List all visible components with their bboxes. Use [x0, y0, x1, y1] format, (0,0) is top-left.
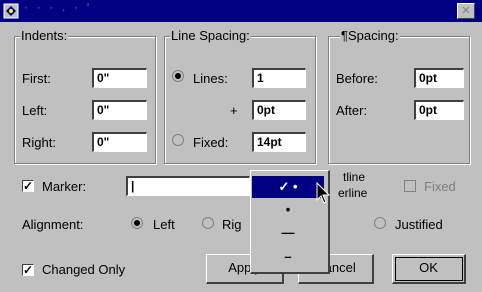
- align-justified-radio[interactable]: [374, 217, 386, 229]
- plus-label: +: [230, 103, 238, 118]
- marker-option-checkmark[interactable]: ✓ •: [252, 176, 324, 198]
- after-label: After:: [336, 103, 368, 118]
- left-label: Left:: [22, 103, 48, 118]
- outline-label: tline: [343, 170, 366, 184]
- right-indent-field[interactable]: 0": [92, 132, 147, 152]
- before-label: Before:: [336, 71, 378, 86]
- align-left-label: Left: [153, 217, 175, 232]
- right-label: Right:: [22, 135, 56, 150]
- mouse-cursor-icon: [316, 182, 331, 204]
- close-icon: ✕: [461, 5, 471, 17]
- marker-checkbox[interactable]: ✓: [22, 180, 34, 192]
- fixed-label: Fixed:: [193, 135, 229, 150]
- changed-only-checkbox[interactable]: ✓: [22, 264, 34, 276]
- window-title: · · · . · ': [24, 2, 93, 14]
- fixed-spacing-field[interactable]: 14pt: [252, 132, 306, 152]
- first-indent-field[interactable]: 0": [92, 68, 147, 88]
- changed-only-label: Changed Only: [42, 262, 126, 277]
- close-button[interactable]: ✕: [457, 3, 475, 19]
- marker-option-en-dash[interactable]: –: [252, 246, 324, 268]
- align-left-radio[interactable]: [131, 217, 143, 229]
- left-indent-field[interactable]: 0": [92, 100, 147, 120]
- marker-label: Marker:: [42, 179, 87, 194]
- fixed-radio[interactable]: [172, 134, 184, 146]
- lines-field[interactable]: 1: [252, 68, 306, 88]
- first-label: First:: [22, 71, 51, 86]
- alignment-label: Alignment:: [22, 217, 84, 232]
- marker-option-em-dash[interactable]: —: [252, 222, 324, 244]
- underline-label: erline: [338, 186, 368, 200]
- marker-option-bullet[interactable]: •: [252, 199, 324, 221]
- before-field[interactable]: 0pt: [414, 68, 464, 88]
- fixed-checkbox[interactable]: [404, 180, 416, 192]
- align-right-radio[interactable]: [202, 217, 214, 229]
- after-field[interactable]: 0pt: [414, 100, 464, 120]
- plus-spacing-field[interactable]: 0pt: [252, 100, 306, 120]
- marker-field[interactable]: |: [126, 176, 250, 196]
- para-spacing-legend: ¶Spacing:: [340, 28, 400, 43]
- fixed-check-label: Fixed: [424, 179, 456, 194]
- line-spacing-legend: Line Spacing:: [170, 28, 251, 43]
- align-right-label: Rig: [222, 217, 242, 232]
- lines-label: Lines:: [193, 71, 228, 86]
- ok-button[interactable]: OK: [392, 254, 466, 284]
- app-icon: [3, 3, 19, 19]
- align-justified-label: Justified: [395, 217, 443, 232]
- lines-radio[interactable]: [172, 70, 184, 82]
- indents-legend: Indents:: [20, 28, 69, 43]
